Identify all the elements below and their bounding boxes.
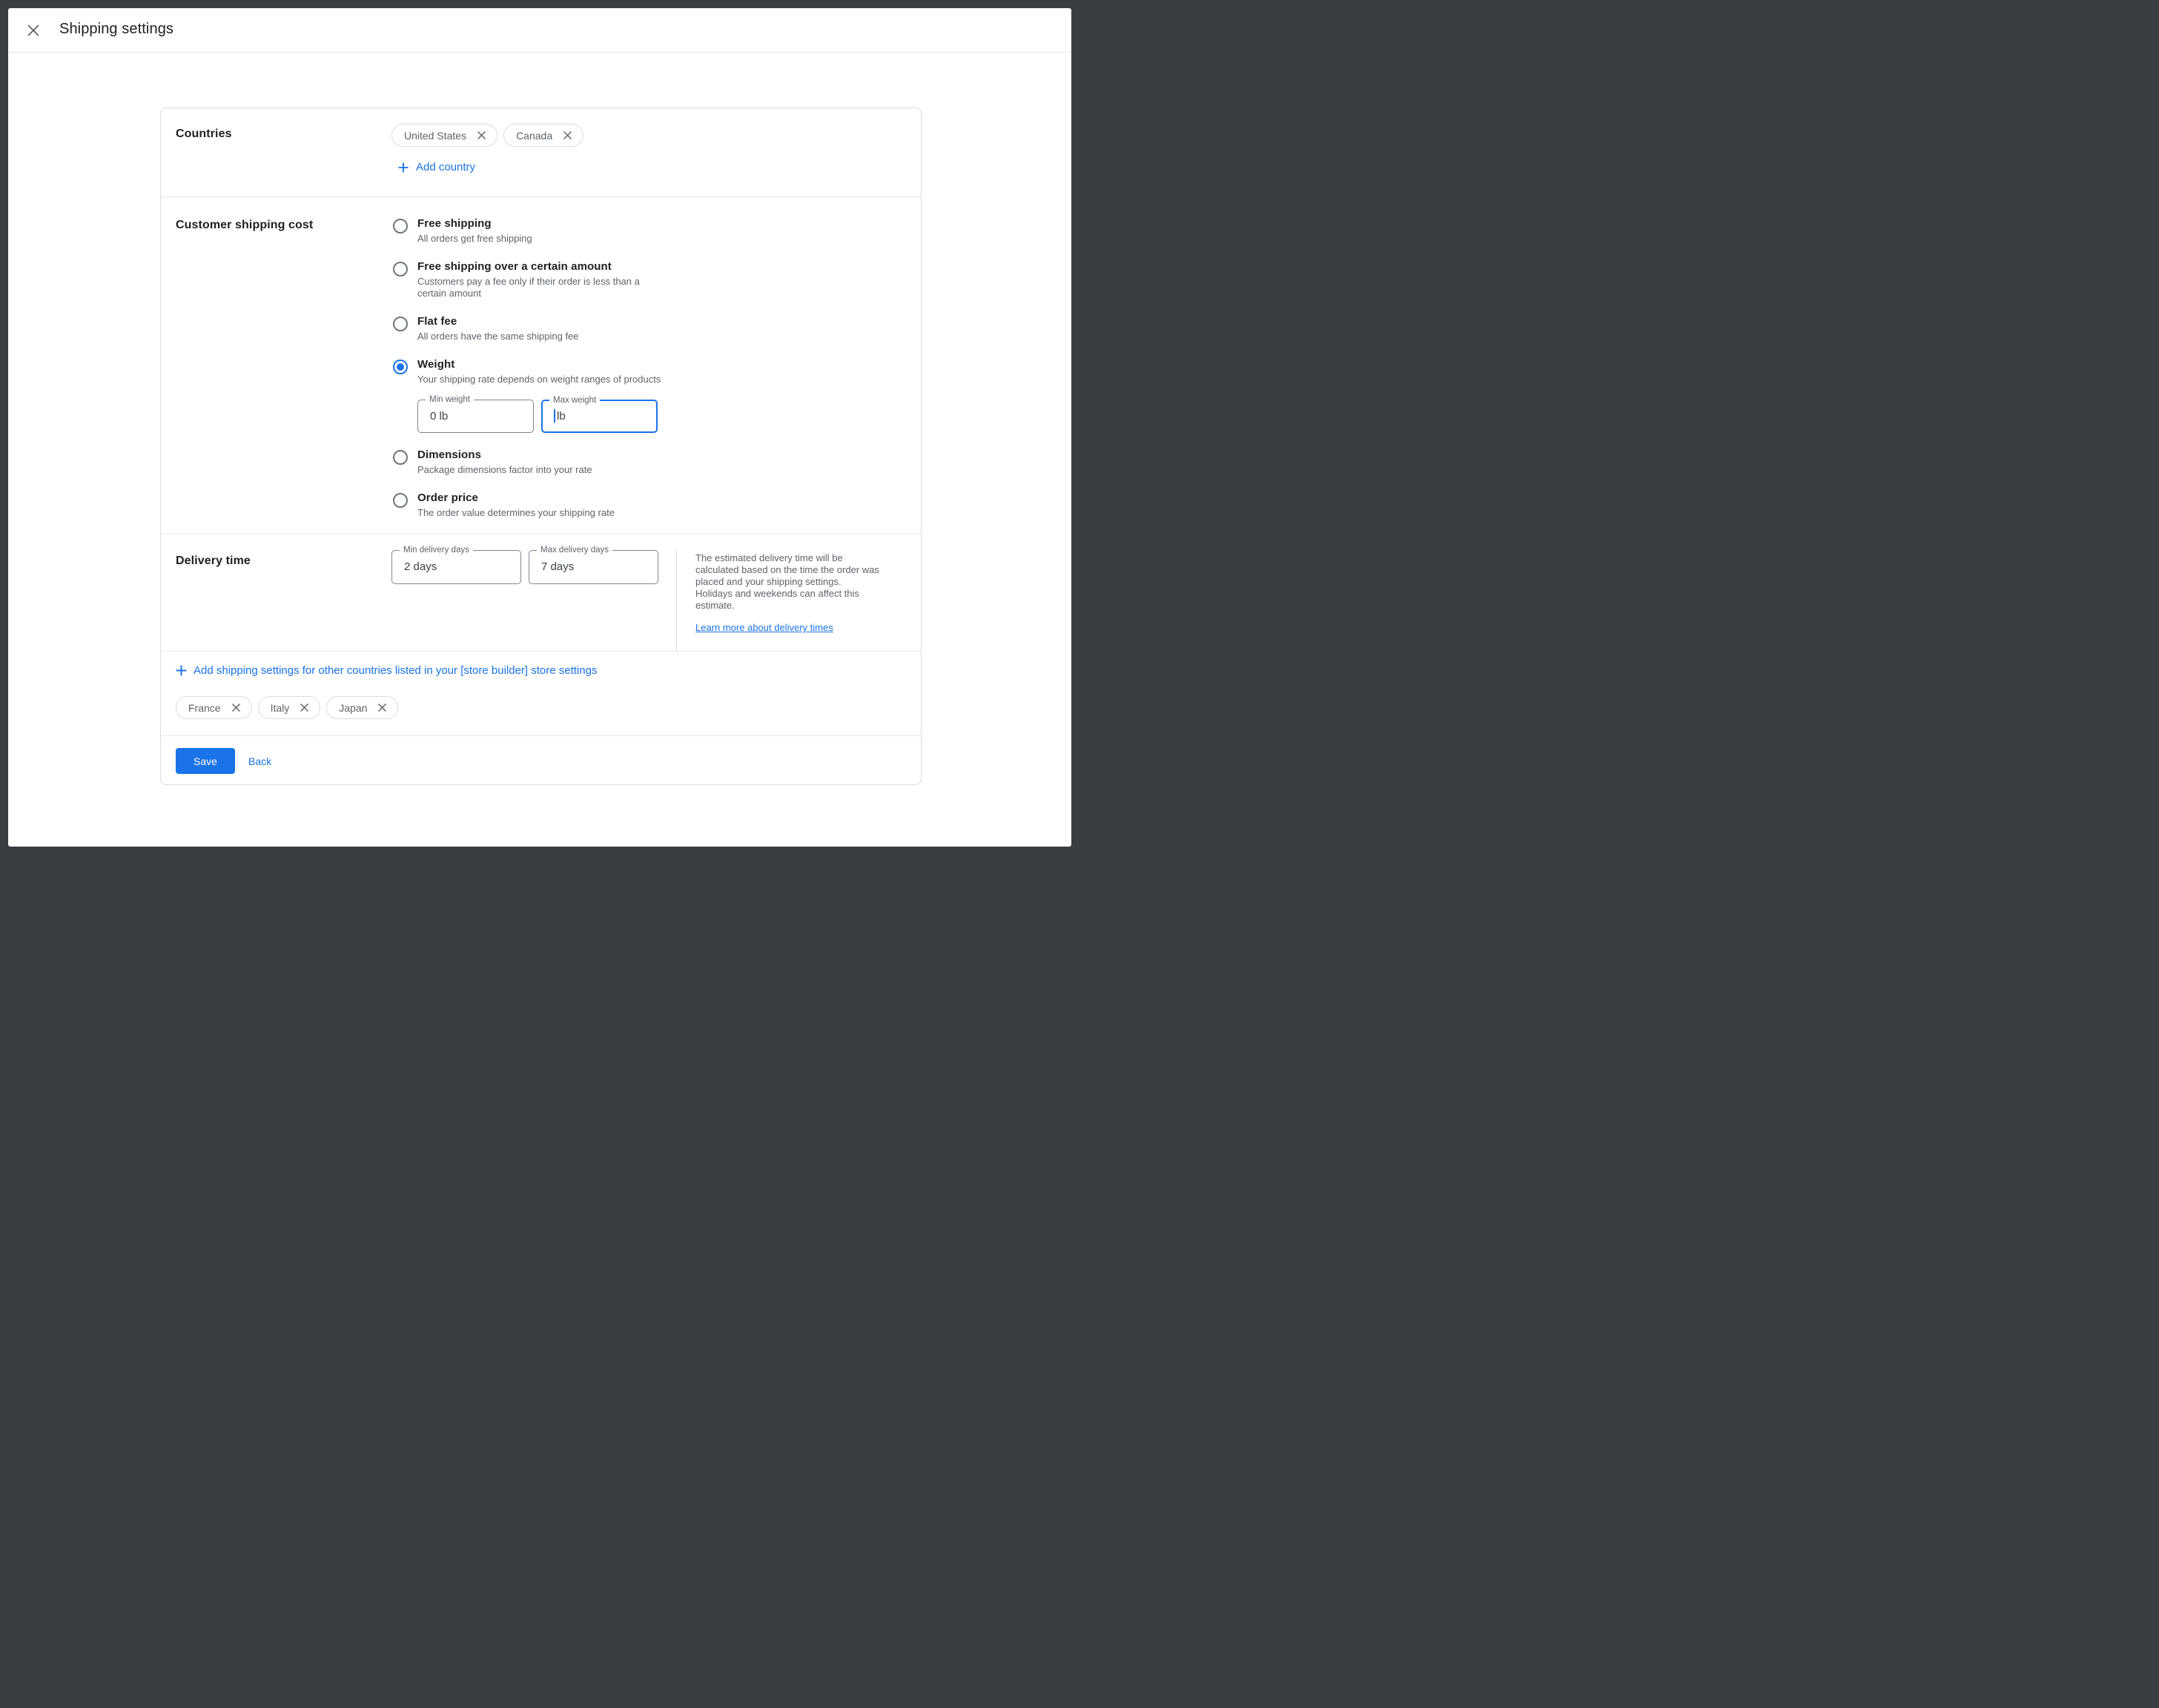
country-chip-japan[interactable]: Japan (326, 696, 398, 719)
option-free-shipping: Free shipping All orders get free shippi… (391, 217, 661, 245)
remove-country-icon[interactable] (563, 130, 572, 140)
chip-label: Japan (339, 702, 367, 714)
max-delivery-days-value: 7 days (541, 551, 574, 583)
option-description: All orders have the same shipping fee (417, 331, 579, 342)
remove-country-icon[interactable] (377, 703, 387, 712)
delivery-info-text: placed and your shipping settings. (695, 576, 891, 588)
delivery-info-panel: The estimated delivery time will be calc… (676, 550, 891, 651)
option-dimensions: Dimensions Package dimensions factor int… (391, 448, 661, 476)
delivery-info-text: calculated based on the time the order w… (695, 564, 891, 576)
radio-flat-fee[interactable] (393, 317, 408, 331)
shipping-cost-label: Customer shipping cost (176, 217, 391, 232)
add-country-label: Add country (416, 161, 475, 173)
shipping-settings-dialog: Shipping settings Countries United State… (8, 8, 1071, 847)
delivery-info-text: Holidays and weekends can affect this (695, 588, 891, 600)
delivery-time-section: Delivery time Min delivery days 2 days M… (161, 534, 921, 652)
add-country-button[interactable]: Add country (398, 161, 475, 173)
option-description: All orders get free shipping (417, 233, 532, 245)
radio-free-shipping-over-amount[interactable] (393, 262, 408, 277)
min-delivery-days-field[interactable]: Min delivery days 2 days (391, 550, 521, 584)
option-description: Customers pay a fee only if their order … (417, 276, 640, 299)
radio-free-shipping[interactable] (393, 219, 408, 234)
chip-label: Canada (516, 130, 552, 142)
radio-order-price[interactable] (393, 493, 408, 508)
min-weight-value: 0 lb (430, 400, 448, 432)
shipping-cost-options: Free shipping All orders get free shippi… (391, 217, 661, 534)
country-chip-italy[interactable]: Italy (258, 696, 321, 719)
plus-icon (398, 162, 409, 173)
weight-fields-row: Min weight 0 lb Max weight lb (417, 400, 661, 433)
min-delivery-days-value: 2 days (404, 551, 437, 583)
text-cursor (554, 409, 555, 423)
country-chip-canada[interactable]: Canada (503, 124, 583, 147)
option-flat-fee: Flat fee All orders have the same shippi… (391, 315, 661, 342)
delivery-time-label: Delivery time (176, 550, 391, 568)
max-weight-field[interactable]: Max weight lb (541, 400, 658, 433)
save-button[interactable]: Save (176, 748, 235, 774)
chip-label: Italy (271, 702, 290, 714)
chip-label: United States (404, 130, 466, 142)
countries-chip-row: United States Canada (391, 124, 583, 147)
option-description: Package dimensions factor into your rate (417, 464, 592, 476)
countries-section: Countries United States Canada (161, 108, 921, 197)
add-shipping-settings-button[interactable]: Add shipping settings for other countrie… (176, 664, 597, 677)
option-title: Order price (417, 491, 615, 505)
min-weight-field[interactable]: Min weight 0 lb (417, 400, 534, 433)
option-order-price: Order price The order value determines y… (391, 491, 661, 519)
card-footer: Save Back (161, 736, 921, 784)
option-title: Free shipping over a certain amount (417, 260, 640, 274)
plus-icon (176, 665, 187, 676)
country-chip-united-states[interactable]: United States (391, 124, 497, 147)
close-icon[interactable] (27, 24, 40, 37)
delivery-fields-row: Min delivery days 2 days Max delivery da… (391, 550, 658, 651)
chip-label: France (188, 702, 221, 714)
option-title: Dimensions (417, 448, 592, 462)
option-weight: Weight Your shipping rate depends on wei… (391, 358, 661, 433)
remove-country-icon[interactable] (300, 703, 309, 712)
option-description: Your shipping rate depends on weight ran… (417, 374, 661, 385)
page-title: Shipping settings (59, 21, 173, 38)
learn-more-link[interactable]: Learn more about delivery times (695, 622, 833, 633)
option-title: Weight (417, 358, 661, 371)
option-description: The order value determines your shipping… (417, 507, 615, 519)
back-link[interactable]: Back (248, 755, 271, 767)
remove-country-icon[interactable] (231, 703, 241, 712)
delivery-info-text: estimate. (695, 600, 891, 612)
other-countries-chip-row: France Italy (176, 696, 921, 719)
other-countries-section: Add shipping settings for other countrie… (161, 652, 921, 736)
radio-weight[interactable] (393, 360, 408, 374)
shipping-settings-card: Countries United States Canada (160, 107, 922, 785)
countries-label: Countries (176, 124, 391, 141)
country-chip-france[interactable]: France (176, 696, 252, 719)
option-free-shipping-over-amount: Free shipping over a certain amount Cust… (391, 260, 661, 299)
max-delivery-days-field[interactable]: Max delivery days 7 days (529, 550, 658, 584)
add-shipping-settings-label: Add shipping settings for other countrie… (194, 664, 597, 677)
option-title: Flat fee (417, 315, 579, 328)
delivery-info-text: The estimated delivery time will be (695, 552, 891, 564)
shipping-cost-section: Customer shipping cost Free shipping All… (161, 197, 921, 534)
remove-country-icon[interactable] (477, 130, 486, 140)
radio-dimensions[interactable] (393, 450, 408, 465)
option-title: Free shipping (417, 217, 532, 231)
max-weight-value: lb (554, 401, 566, 431)
dialog-header: Shipping settings (8, 8, 1071, 53)
